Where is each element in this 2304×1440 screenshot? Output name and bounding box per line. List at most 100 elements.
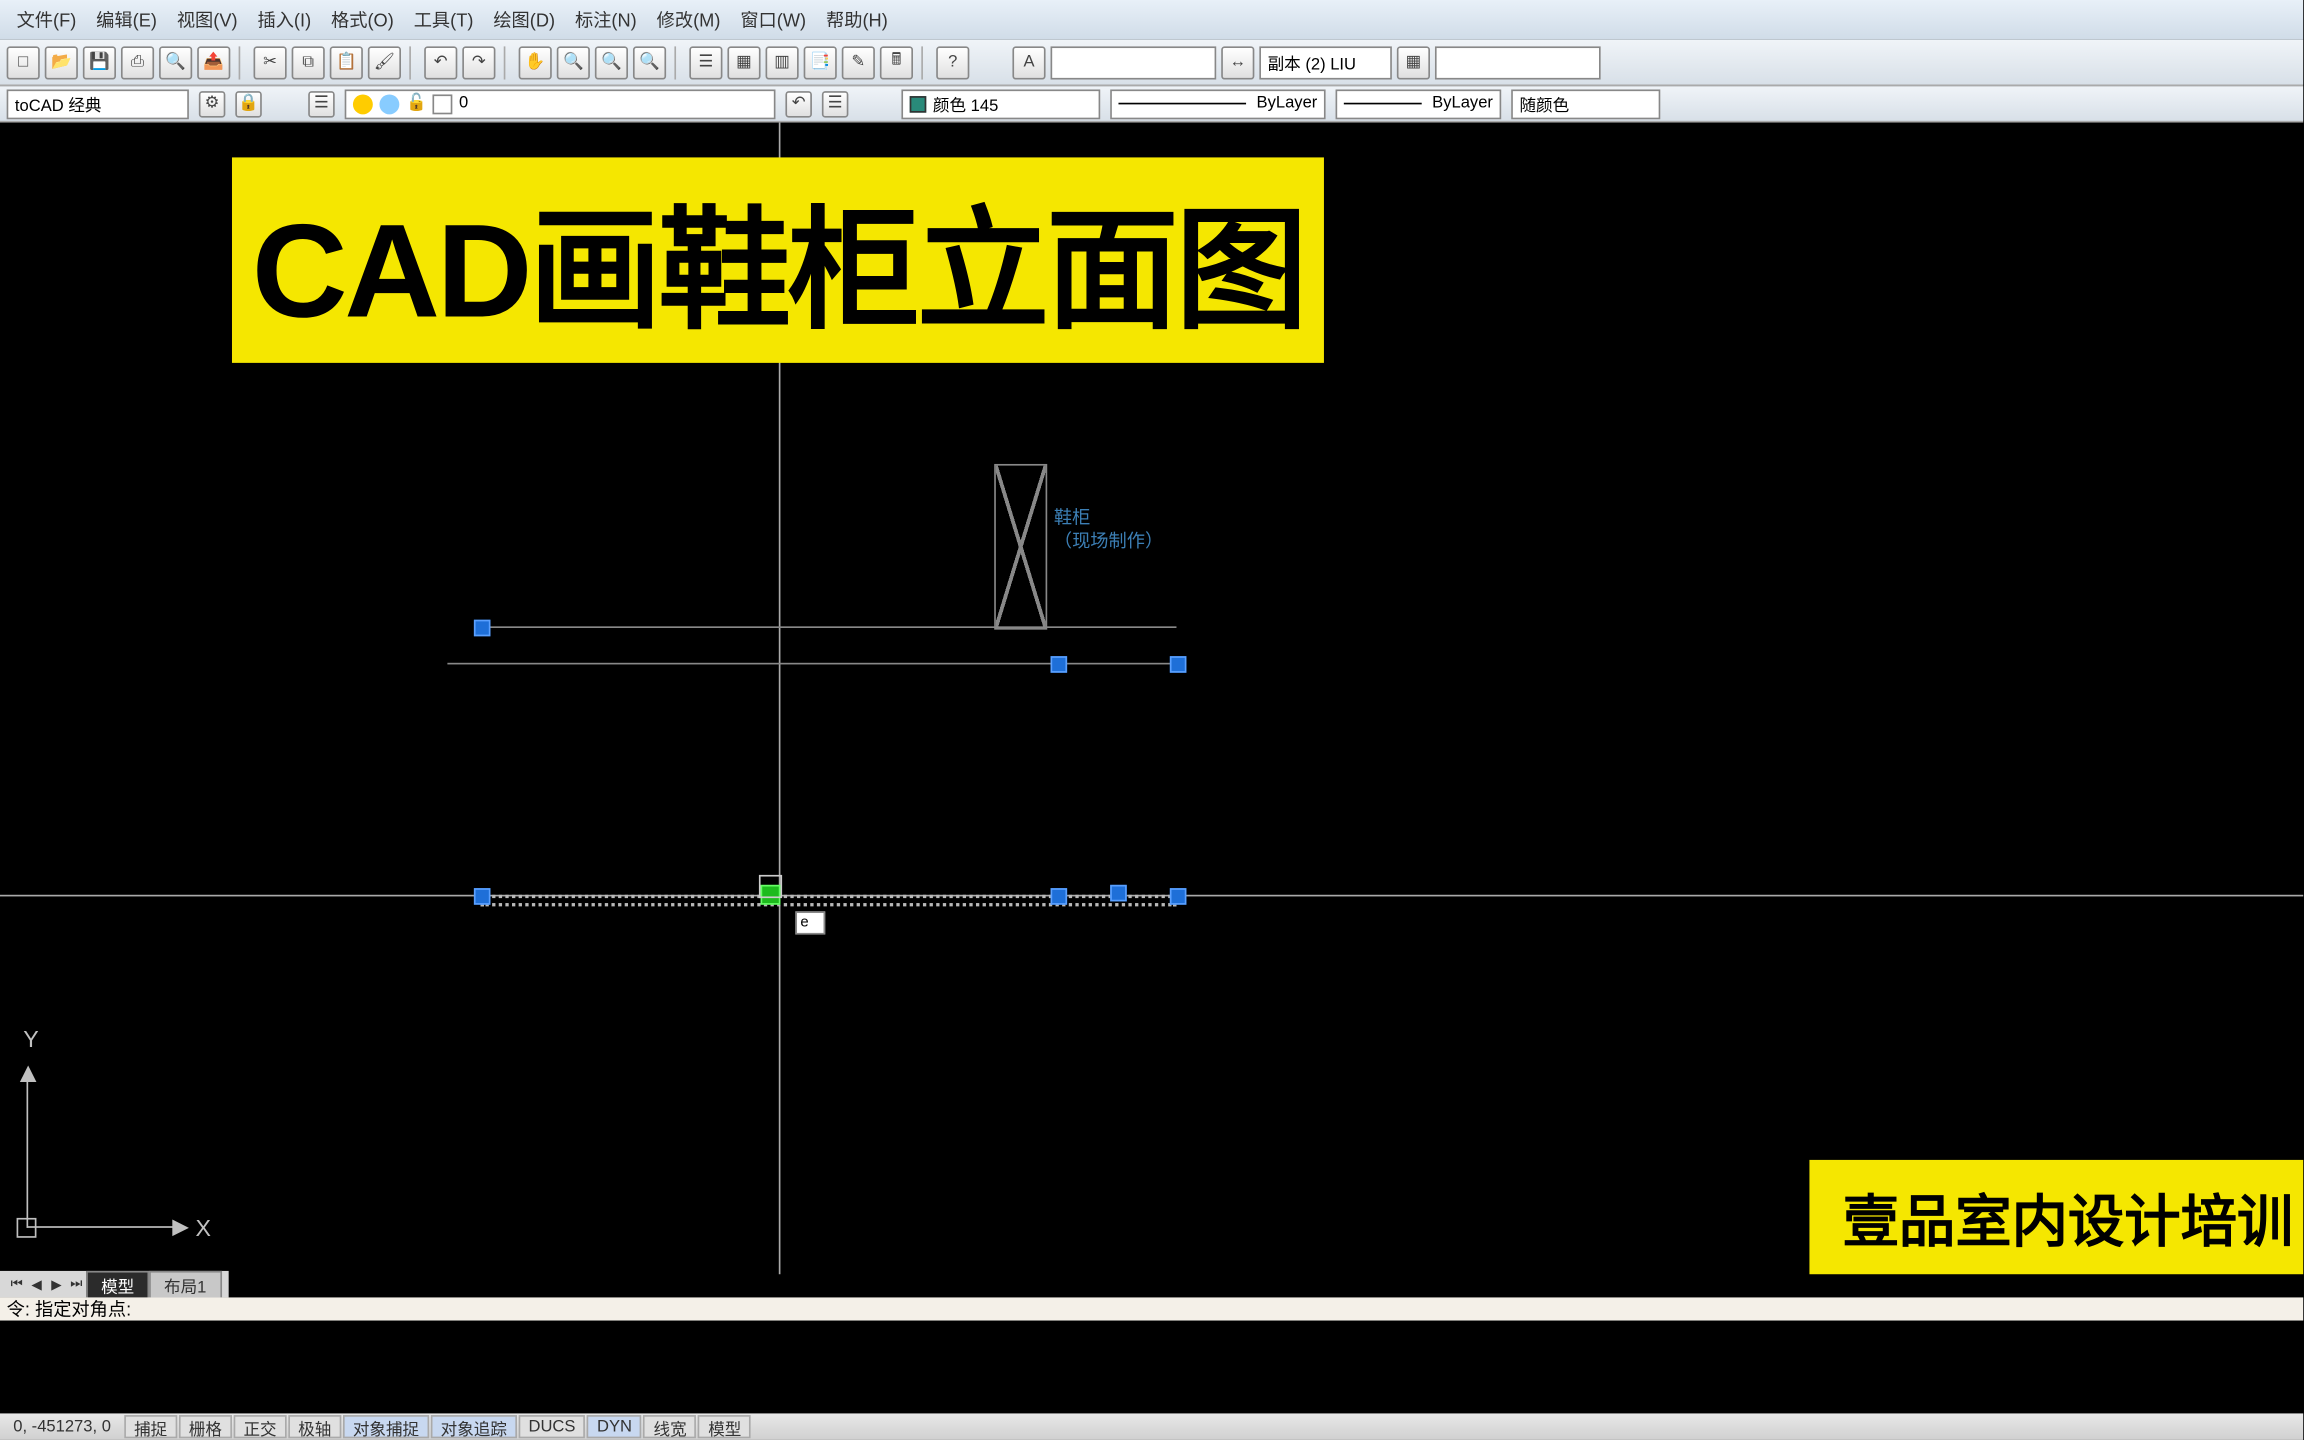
- line-upper-1[interactable]: [481, 626, 1177, 628]
- lineweight-dropdown[interactable]: ByLayer: [1336, 89, 1502, 119]
- tab-first-icon[interactable]: ⏮: [7, 1274, 27, 1294]
- ucs-y-label: Y: [23, 1026, 38, 1053]
- layer-color-icon: [432, 94, 452, 114]
- tab-next-icon[interactable]: ▶: [46, 1274, 66, 1294]
- copy-icon[interactable]: ⧉: [292, 46, 325, 79]
- status-grid[interactable]: 栅格: [179, 1415, 232, 1438]
- status-dyn[interactable]: DYN: [587, 1415, 642, 1438]
- grip[interactable]: [1051, 888, 1068, 905]
- grip[interactable]: [1170, 656, 1187, 673]
- paste-icon[interactable]: 📋: [330, 46, 363, 79]
- undo-icon[interactable]: ↶: [424, 46, 457, 79]
- markup-icon[interactable]: ✎: [842, 46, 875, 79]
- tablestyle-icon[interactable]: ▦: [1397, 46, 1430, 79]
- pan-icon[interactable]: ✋: [519, 46, 552, 79]
- zoom-win-icon[interactable]: 🔍: [595, 46, 628, 79]
- command-prompt: 令: 指定对角点:: [7, 1296, 132, 1323]
- command-line[interactable]: 令: 指定对角点:: [0, 1297, 2303, 1320]
- help-icon[interactable]: ?: [936, 46, 969, 79]
- status-polar[interactable]: 极轴: [288, 1415, 341, 1438]
- menu-format[interactable]: 格式(O): [321, 7, 404, 34]
- menu-view[interactable]: 视图(V): [167, 7, 248, 34]
- coordinates[interactable]: 0, -451273, 0: [0, 1418, 124, 1436]
- dimstyle-dropdown[interactable]: 副本 (2) LIU: [1259, 46, 1392, 79]
- publish-icon[interactable]: 📤: [197, 46, 230, 79]
- dcenter-icon[interactable]: ▦: [727, 46, 760, 79]
- status-otrack[interactable]: 对象追踪: [431, 1415, 517, 1438]
- status-ducs[interactable]: DUCS: [519, 1415, 586, 1438]
- grip[interactable]: [1170, 888, 1187, 905]
- redo-icon[interactable]: ↷: [462, 46, 495, 79]
- linetype-preview: [1118, 103, 1246, 105]
- preview-icon[interactable]: 🔍: [159, 46, 192, 79]
- dimstyle-icon[interactable]: ↔: [1221, 46, 1254, 79]
- menu-help[interactable]: 帮助(H): [816, 7, 898, 34]
- grip[interactable]: [474, 888, 491, 905]
- menu-dim[interactable]: 标注(N): [565, 7, 647, 34]
- selected-line-2[interactable]: [481, 903, 1177, 906]
- selected-line-1[interactable]: [481, 895, 1177, 898]
- layer-states-icon[interactable]: ☰: [822, 90, 849, 117]
- ucs-origin-box: [17, 1218, 37, 1238]
- status-snap[interactable]: 捕捉: [124, 1415, 177, 1438]
- textstyle-dropdown[interactable]: [1051, 46, 1217, 79]
- menu-window[interactable]: 窗口(W): [730, 7, 816, 34]
- textstyle-icon[interactable]: A: [1012, 46, 1045, 79]
- props-icon[interactable]: ☰: [689, 46, 722, 79]
- status-osnap[interactable]: 对象捕捉: [343, 1415, 429, 1438]
- menu-draw[interactable]: 绘图(D): [483, 7, 565, 34]
- pickbox: [759, 875, 782, 898]
- sheetset-icon[interactable]: 📑: [804, 46, 837, 79]
- tab-last-icon[interactable]: ⏭: [66, 1274, 86, 1294]
- menu-modify[interactable]: 修改(M): [647, 7, 731, 34]
- menu-bar: 文件(F) 编辑(E) 视图(V) 插入(I) 格式(O) 工具(T) 绘图(D…: [0, 0, 2303, 40]
- lineweight-label: ByLayer: [1432, 94, 1493, 112]
- toolpal-icon[interactable]: ▥: [766, 46, 799, 79]
- new-icon[interactable]: □: [7, 46, 40, 79]
- ucs-x-axis: [27, 1226, 184, 1228]
- status-lwt[interactable]: 线宽: [644, 1415, 697, 1438]
- separator: [504, 46, 511, 79]
- workspace-lock-icon[interactable]: 🔒: [235, 90, 262, 117]
- shoe-cabinet-block[interactable]: [994, 464, 1047, 630]
- color-dropdown[interactable]: 颜色 145: [901, 89, 1100, 119]
- menu-file[interactable]: 文件(F): [7, 7, 87, 34]
- grip[interactable]: [1051, 656, 1068, 673]
- zoom-prev-icon[interactable]: 🔍: [633, 46, 666, 79]
- color-swatch: [910, 95, 927, 112]
- workspace-settings-icon[interactable]: ⚙: [199, 90, 226, 117]
- status-ortho[interactable]: 正交: [234, 1415, 287, 1438]
- separator: [409, 46, 416, 79]
- tab-model[interactable]: 模型: [86, 1270, 149, 1298]
- dynamic-input[interactable]: e: [795, 911, 825, 934]
- zoom-rt-icon[interactable]: 🔍: [557, 46, 590, 79]
- plotstyle-dropdown[interactable]: 随颜色: [1511, 89, 1660, 119]
- layer-dropdown[interactable]: 🔓 0: [345, 89, 776, 119]
- layer-props-icon[interactable]: ☰: [308, 90, 335, 117]
- grip[interactable]: [474, 620, 491, 637]
- status-model[interactable]: 模型: [698, 1415, 751, 1438]
- tab-layout1[interactable]: 布局1: [149, 1270, 221, 1298]
- layer-freeze-icon: [379, 94, 399, 114]
- linetype-label: ByLayer: [1257, 94, 1318, 112]
- layer-prev-icon[interactable]: ↶: [785, 90, 812, 117]
- match-icon[interactable]: 🖌: [368, 46, 401, 79]
- grip[interactable]: [1110, 885, 1127, 902]
- cut-icon[interactable]: ✂: [254, 46, 287, 79]
- watermark: 壹品室内设计培训: [1809, 1160, 2303, 1274]
- linetype-dropdown[interactable]: ByLayer: [1110, 89, 1325, 119]
- menu-tools[interactable]: 工具(T): [404, 7, 484, 34]
- save-icon[interactable]: 💾: [83, 46, 116, 79]
- color-label: 颜色 145: [933, 91, 998, 116]
- menu-insert[interactable]: 插入(I): [248, 7, 322, 34]
- ucs-icon[interactable]: Y X: [13, 1042, 212, 1257]
- standard-toolbar: □ 📂 💾 ⎙ 🔍 📤 ✂ ⧉ 📋 🖌 ↶ ↷ ✋ 🔍 🔍 🔍 ☰ ▦ ▥ 📑 …: [0, 40, 2303, 86]
- title-overlay: CAD画鞋柜立面图: [232, 157, 1325, 362]
- tab-prev-icon[interactable]: ◀: [27, 1274, 47, 1294]
- print-icon[interactable]: ⎙: [121, 46, 154, 79]
- tablestyle-dropdown[interactable]: [1435, 46, 1601, 79]
- calc-icon[interactable]: 🖩: [880, 46, 913, 79]
- open-icon[interactable]: 📂: [45, 46, 78, 79]
- workspace-dropdown[interactable]: toCAD 经典: [7, 89, 189, 119]
- menu-edit[interactable]: 编辑(E): [86, 7, 167, 34]
